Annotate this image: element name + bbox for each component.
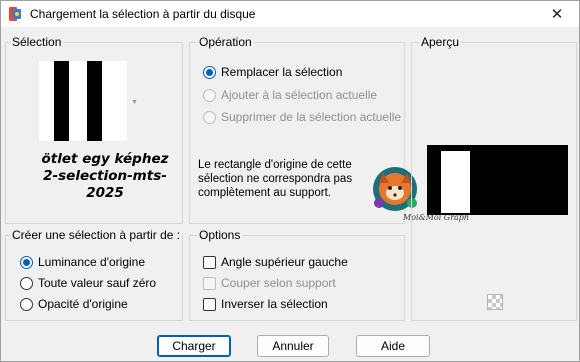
radio-button[interactable]	[203, 110, 216, 124]
radio-any-non-zero[interactable]: Toute valeur sauf zéro	[20, 275, 156, 291]
help-button[interactable]: Aide	[356, 335, 430, 357]
radio-source-luminance[interactable]: Luminance d'origine	[20, 254, 145, 270]
radio-button[interactable]	[20, 255, 33, 269]
radio-label: Toute valeur sauf zéro	[38, 276, 157, 290]
radio-label: Opacité d'origine	[38, 297, 128, 311]
preview-image	[427, 145, 568, 215]
operation-note: Le rectangle d'origine de cette sélectio…	[198, 159, 353, 199]
load-button[interactable]: Charger	[157, 335, 231, 357]
operation-group-title: Opération	[197, 35, 254, 49]
radio-subtract-from-selection[interactable]: Supprimer de la sélection actuelle	[203, 109, 401, 125]
thumbnail-stripe	[54, 61, 69, 141]
checkbox[interactable]	[203, 297, 216, 311]
options-group-title: Options	[197, 228, 243, 242]
selection-group-title: Sélection	[10, 35, 64, 49]
checkbox-label: Angle supérieur gauche	[221, 255, 348, 269]
radio-replace-selection[interactable]: Remplacer la sélection	[203, 64, 342, 80]
checkbox[interactable]	[203, 276, 216, 290]
window-title: Chargement la sélection à partir du disq…	[30, 7, 256, 21]
radio-add-to-selection[interactable]: Ajouter à la sélection actuelle	[203, 87, 377, 103]
checkbox[interactable]	[203, 255, 216, 269]
cancel-button[interactable]: Annuler	[257, 335, 329, 357]
create-from-group-title: Créer une sélection à partir de :	[10, 228, 183, 242]
checkbox-label: Couper selon support	[221, 276, 336, 290]
title-bar[interactable]: Chargement la sélection à partir du disq…	[1, 1, 579, 27]
checkbox-clip-to-canvas[interactable]: Couper selon support	[203, 275, 336, 291]
selection-thumbnail-dropdown[interactable]	[39, 61, 127, 141]
radio-button[interactable]	[203, 88, 216, 102]
thumbnail-stripe	[87, 61, 102, 141]
checkbox-label: Inverser la sélection	[221, 297, 328, 311]
selection-caption: ötlet egy képhez 2-selection-mts-2025	[41, 151, 169, 201]
radio-button[interactable]	[20, 297, 33, 311]
checkbox-top-left-corner[interactable]: Angle supérieur gauche	[203, 254, 348, 270]
radio-source-opacity[interactable]: Opacité d'origine	[20, 296, 128, 312]
transparency-checker-icon[interactable]	[487, 294, 503, 310]
radio-label: Supprimer de la sélection actuelle	[221, 110, 402, 124]
radio-label: Luminance d'origine	[38, 255, 146, 269]
radio-label: Remplacer la sélection	[221, 65, 343, 79]
preview-selection-area	[441, 151, 470, 213]
close-button[interactable]: ✕	[535, 1, 579, 27]
close-icon: ✕	[550, 6, 564, 23]
app-icon	[9, 7, 21, 21]
radio-button[interactable]	[203, 65, 216, 79]
radio-button[interactable]	[20, 276, 33, 290]
chevron-down-icon[interactable]: ▼	[131, 99, 138, 106]
radio-label: Ajouter à la sélection actuelle	[221, 88, 378, 102]
preview-group-title: Aperçu	[419, 35, 462, 49]
checkbox-invert-selection[interactable]: Inverser la sélection	[203, 296, 328, 312]
dialog-window: Chargement la sélection à partir du disq…	[0, 0, 580, 362]
